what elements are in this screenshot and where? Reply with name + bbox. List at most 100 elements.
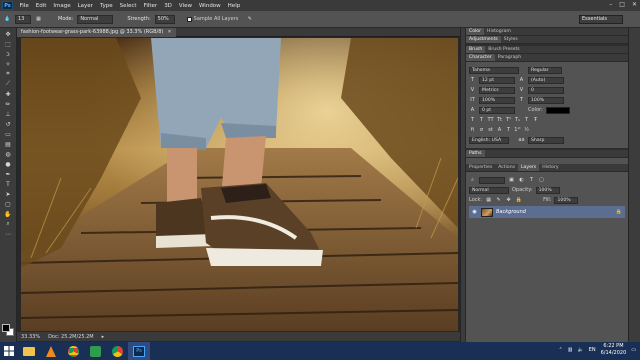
- eraser-tool-icon[interactable]: ▭: [3, 130, 14, 138]
- swash-button[interactable]: st: [487, 127, 494, 134]
- menu-help[interactable]: Help: [224, 3, 244, 9]
- taskbar-chrome-2[interactable]: [106, 342, 128, 360]
- lock-paint-icon[interactable]: ✎: [495, 197, 502, 204]
- document-tab[interactable]: fashion-footwear-grass-park-63988.jpg @ …: [17, 27, 176, 37]
- lock-all-icon[interactable]: 🔒: [515, 197, 522, 204]
- type-tool-icon[interactable]: T: [3, 180, 14, 188]
- clone-stamp-tool-icon[interactable]: ⊥: [3, 110, 14, 118]
- text-color-swatch[interactable]: [545, 106, 570, 114]
- menu-3d[interactable]: 3D: [161, 3, 176, 9]
- fill-input[interactable]: 100%: [554, 196, 579, 204]
- volume-icon[interactable]: 🔈: [577, 347, 583, 353]
- menu-select[interactable]: Select: [116, 3, 140, 9]
- pressure-icon[interactable]: ✎: [246, 16, 253, 23]
- all-caps-button[interactable]: TT: [487, 117, 494, 124]
- adjust-filter-icon[interactable]: ◐: [518, 177, 525, 184]
- dodge-tool-icon[interactable]: ●: [3, 160, 14, 168]
- pen-tool-icon[interactable]: ✒: [3, 170, 14, 178]
- zoom-tool-icon[interactable]: ⌕: [3, 220, 14, 228]
- strength-input[interactable]: 50%: [154, 14, 175, 24]
- type-filter-icon[interactable]: T: [528, 177, 535, 184]
- minimize-icon[interactable]: –: [609, 1, 612, 8]
- leading-select[interactable]: (Auto): [528, 76, 564, 84]
- more-tools-icon[interactable]: ⋯: [3, 230, 14, 238]
- tab-color[interactable]: Color: [466, 28, 484, 35]
- tab-paragraph[interactable]: Paragraph: [495, 54, 525, 61]
- opacity-input[interactable]: 100%: [535, 186, 560, 194]
- layer-filter-select[interactable]: [479, 176, 505, 184]
- shape-tool-icon[interactable]: ▢: [3, 200, 14, 208]
- clock[interactable]: 6:22 PM 6/14/2020: [601, 343, 627, 357]
- lasso-tool-icon[interactable]: ↄ: [3, 50, 14, 58]
- blur-tool-icon[interactable]: ◍: [3, 150, 14, 158]
- tab-history[interactable]: History: [539, 164, 561, 171]
- taskbar-file-explorer[interactable]: [18, 342, 40, 360]
- mode-select[interactable]: Normal: [77, 14, 114, 24]
- font-style-select[interactable]: Regular: [528, 66, 562, 74]
- subscript-button[interactable]: T₁: [514, 117, 521, 124]
- underline-button[interactable]: T: [523, 117, 530, 124]
- tab-histogram[interactable]: Histogram: [484, 28, 514, 35]
- language-select[interactable]: English: USA: [469, 136, 509, 144]
- quick-select-tool-icon[interactable]: ✧: [3, 60, 14, 68]
- layer-row-background[interactable]: ◉ Background 🔒: [469, 206, 625, 218]
- kerning-select[interactable]: Metrics: [479, 86, 515, 94]
- strikethrough-button[interactable]: Ŧ: [532, 117, 539, 124]
- taskbar-vlc[interactable]: [40, 342, 62, 360]
- vertical-scale-input[interactable]: 100%: [479, 96, 515, 104]
- workspace-select[interactable]: Essentials: [579, 15, 623, 24]
- eyedropper-tool-icon[interactable]: ⟋: [3, 80, 14, 88]
- taskbar-chrome[interactable]: [62, 342, 84, 360]
- tray-arrow-icon[interactable]: ⌃: [559, 347, 563, 353]
- taskbar-photoshop[interactable]: Ps: [128, 342, 150, 360]
- status-arrow-icon[interactable]: ▸: [102, 334, 105, 340]
- tab-brush-presets[interactable]: Brush Presets: [485, 46, 522, 53]
- tab-character[interactable]: Character: [466, 54, 495, 61]
- close-icon[interactable]: ✕: [632, 1, 637, 8]
- shape-filter-icon[interactable]: ▢: [538, 177, 545, 184]
- close-tab-icon[interactable]: ✕: [167, 29, 171, 35]
- tab-adjustments[interactable]: Adjustments: [466, 36, 501, 43]
- menu-filter[interactable]: Filter: [140, 3, 161, 9]
- brush-panel-icon[interactable]: ▦: [35, 16, 42, 23]
- filter-kind-icon[interactable]: ⌕: [469, 177, 476, 184]
- lock-pixels-icon[interactable]: ▦: [485, 197, 492, 204]
- tab-layers[interactable]: Layers: [518, 164, 540, 171]
- fractions-button[interactable]: ½: [523, 127, 530, 134]
- tab-properties[interactable]: Properties: [466, 164, 495, 171]
- language-indicator[interactable]: EN: [589, 347, 596, 353]
- menu-type[interactable]: Type: [96, 3, 116, 9]
- superscript-button[interactable]: T¹: [505, 117, 512, 124]
- move-tool-icon[interactable]: ✥: [3, 30, 14, 38]
- notifications-icon[interactable]: ▭: [631, 347, 636, 353]
- menu-edit[interactable]: Edit: [32, 3, 50, 9]
- font-family-select[interactable]: Tahoma: [469, 66, 519, 74]
- alternates-button[interactable]: A: [496, 127, 503, 134]
- healing-tool-icon[interactable]: ✚: [3, 90, 14, 98]
- hand-tool-icon[interactable]: ✋: [3, 210, 14, 218]
- blur-tool-icon[interactable]: 💧: [4, 16, 11, 23]
- network-icon[interactable]: ▥: [568, 347, 573, 353]
- pixel-filter-icon[interactable]: ▣: [508, 177, 515, 184]
- baseline-shift-input[interactable]: 0 pt: [479, 106, 515, 114]
- brush-tool-icon[interactable]: ✏: [3, 100, 14, 108]
- font-size-select[interactable]: 12 pt: [479, 76, 515, 84]
- tracking-select[interactable]: 0: [528, 86, 564, 94]
- zoom-level[interactable]: 33.33%: [21, 334, 40, 340]
- ordinals-button[interactable]: 1ˢᵗ: [514, 127, 521, 134]
- titling-button[interactable]: T: [505, 127, 512, 134]
- blend-mode-select[interactable]: Normal: [469, 186, 509, 194]
- history-brush-tool-icon[interactable]: ↺: [3, 120, 14, 128]
- image-canvas[interactable]: [21, 38, 458, 331]
- faux-bold-button[interactable]: T: [469, 117, 476, 124]
- small-caps-button[interactable]: Tt: [496, 117, 503, 124]
- tab-paths[interactable]: Paths: [466, 150, 485, 157]
- faux-italic-button[interactable]: T: [478, 117, 485, 124]
- sample-all-layers-checkbox[interactable]: Sample All Layers: [186, 16, 238, 22]
- horizontal-scale-input[interactable]: 100%: [528, 96, 564, 104]
- start-button[interactable]: [0, 342, 18, 360]
- marquee-tool-icon[interactable]: ⬚: [3, 40, 14, 48]
- visibility-eye-icon[interactable]: ◉: [471, 209, 478, 215]
- maximize-icon[interactable]: □: [619, 1, 625, 8]
- menu-window[interactable]: Window: [195, 3, 224, 9]
